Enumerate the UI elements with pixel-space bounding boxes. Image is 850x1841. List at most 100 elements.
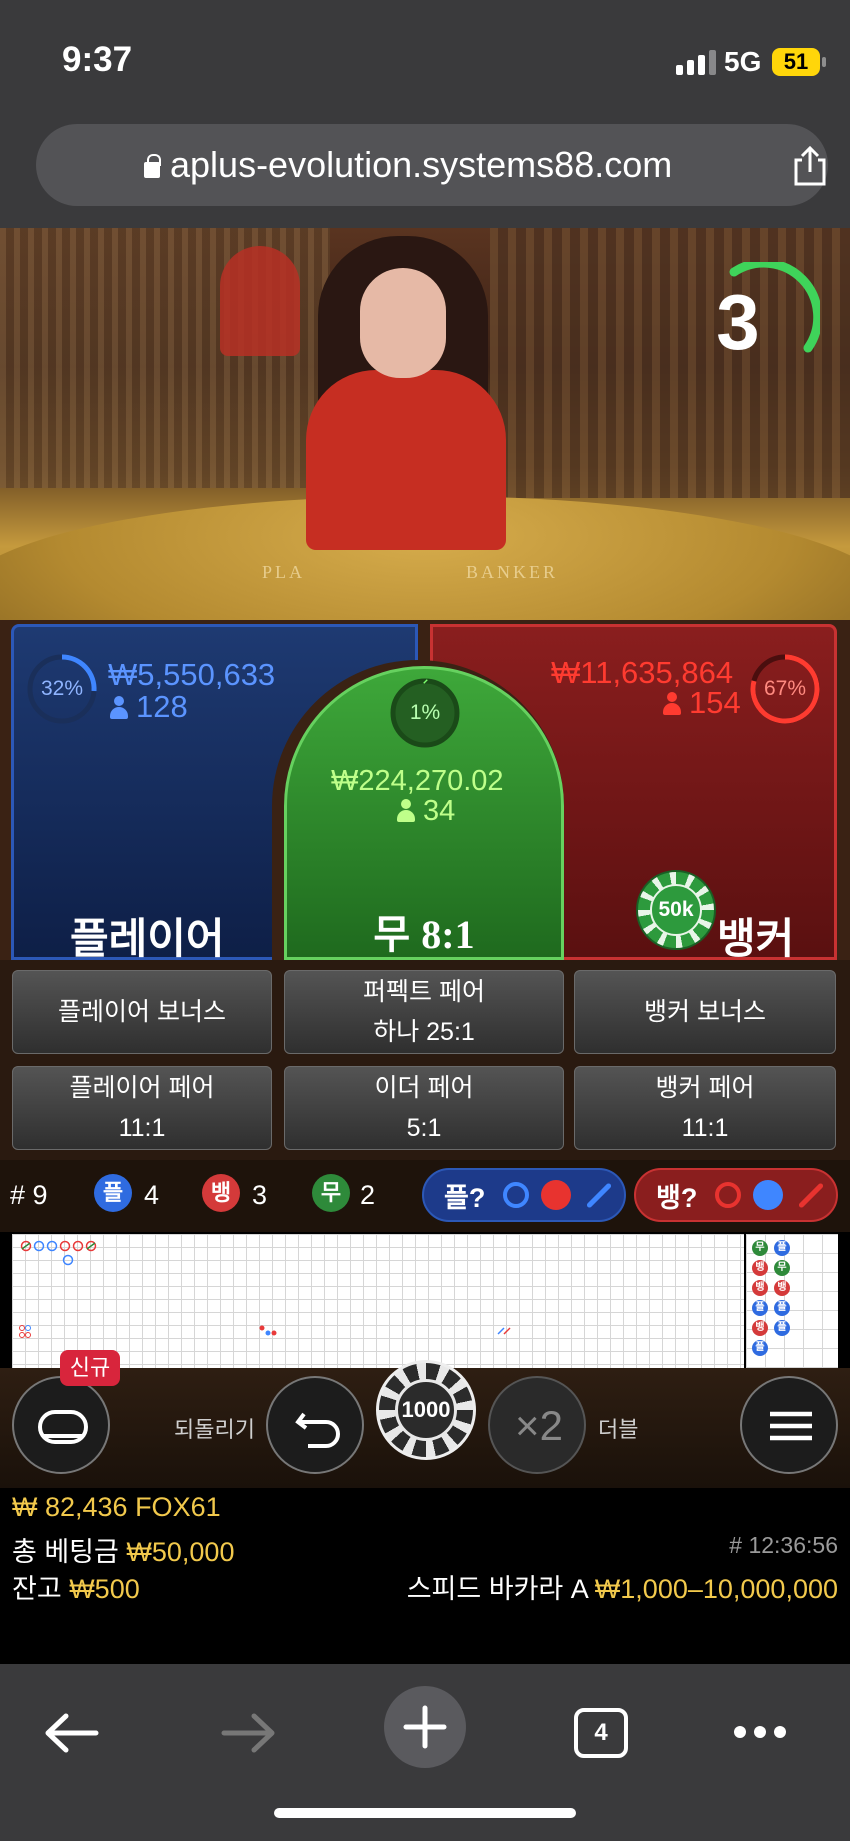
double-label: 더블 (598, 1417, 639, 1442)
double-symbol: ×2 (515, 1402, 563, 1449)
placed-chip: 50k (636, 870, 716, 950)
table-player-label: PLA (262, 562, 306, 582)
banker-predict-button[interactable]: 뱅? (634, 1168, 838, 1222)
remaining: 잔고 ₩500 (12, 1567, 140, 1606)
browser-toolbar: 4 (0, 1664, 850, 1841)
tie-badge: 무 (312, 1174, 350, 1212)
game-id: # 12:36:56 (729, 1532, 838, 1558)
player-wins: 4 (144, 1180, 160, 1210)
table-info: 스피드 바카라 A ₩1,000–10,000,000 (407, 1567, 838, 1606)
remaining-label: 잔고 (12, 1574, 62, 1604)
status-bar: 9:37 5G 51 (0, 0, 850, 120)
player-count-value: 128 (136, 689, 188, 724)
side-road-badge: 무 (752, 1240, 768, 1256)
menu-icon (770, 1411, 812, 1441)
total-bet-label: 총 베팅금 (12, 1537, 119, 1567)
banker-wins: 3 (252, 1180, 268, 1210)
side-road-badge: 뱅 (752, 1320, 768, 1336)
either-pair-label: 이더 페어 (374, 1074, 474, 1102)
perfect-pair-label: 퍼펙트 페어 (363, 978, 485, 1006)
signal-icon (676, 50, 716, 75)
lock-icon (144, 154, 161, 178)
menu-button[interactable] (740, 1376, 838, 1474)
background-dealer (220, 246, 300, 356)
forward-arrow-icon[interactable] (220, 1708, 276, 1758)
banker-pair-label: 뱅커 페어 (655, 1074, 755, 1102)
tie-label: 무 8:1 (284, 902, 564, 960)
either-pair-odds: 5:1 (406, 1114, 442, 1142)
tie-label-text: 무 (373, 913, 411, 957)
red-slash-icon (798, 1181, 825, 1209)
player-pair-button[interactable]: 플레이어 페어 11:1 (12, 1066, 272, 1150)
banker-label: 뱅커 (717, 915, 795, 962)
tie-count-value: 34 (423, 795, 456, 827)
more-icon[interactable] (732, 1724, 788, 1740)
total-bet-value: ₩50,000 (126, 1537, 235, 1567)
url-text: aplus-evolution.systems88.com (170, 144, 673, 185)
player-ring-icon (503, 1182, 530, 1208)
side-road-badge: 플 (752, 1340, 768, 1356)
person-icon (663, 692, 681, 716)
person-icon (110, 696, 128, 720)
status-time: 9:37 (62, 40, 133, 79)
side-road-badge: 플 (752, 1300, 768, 1316)
address-bar[interactable]: aplus-evolution.systems88.com (36, 124, 828, 206)
banker-bonus-label: 뱅커 보너스 (644, 998, 766, 1026)
chip-selector[interactable]: 1000 (376, 1360, 476, 1460)
player-bonus-button[interactable]: 플레이어 보너스 (12, 970, 272, 1054)
table-limits: ₩1,000–10,000,000 (594, 1574, 838, 1604)
perfect-pair-odds: 하나 25:1 (373, 1018, 475, 1046)
url-bar-area: aplus-evolution.systems88.com (0, 120, 850, 228)
banker-ring-icon (715, 1182, 742, 1208)
blue-slash-icon (586, 1181, 613, 1209)
banker-pair-button[interactable]: 뱅커 페어 11:1 (574, 1066, 836, 1150)
banker-bonus-button[interactable]: 뱅커 보너스 (574, 970, 836, 1054)
round-number: # 9 (10, 1180, 48, 1210)
person-icon (397, 799, 415, 823)
banker-count-value: 154 (689, 685, 741, 720)
double-button[interactable]: ×2 (488, 1376, 586, 1474)
player-predict-button[interactable]: 플? (422, 1168, 626, 1222)
share-icon[interactable] (788, 144, 832, 188)
side-road-badge: 플 (774, 1320, 790, 1336)
player-badge: 플 (94, 1174, 132, 1212)
new-tab-button[interactable] (384, 1686, 466, 1768)
plus-icon (403, 1705, 447, 1749)
tabs-button[interactable]: 4 (574, 1708, 628, 1758)
account-info: ₩ 82,436 FOX61 총 베팅금 ₩50,000 잔고 ₩500 # 1… (0, 1488, 850, 1664)
lobby-button[interactable]: 신규 (12, 1350, 120, 1474)
tie-odds: 8:1 (421, 912, 475, 957)
player-predict-label: 플? (444, 1182, 486, 1213)
dealer-face (360, 268, 446, 378)
countdown-number: 3 (716, 278, 760, 366)
banker-badge: 뱅 (202, 1174, 240, 1212)
side-road-badge: 플 (774, 1240, 790, 1256)
tie-amount: ₩224,270.02 (331, 765, 504, 797)
tie-count: 34 (397, 795, 455, 828)
remaining-value: ₩500 (69, 1574, 140, 1604)
side-road-badge: 뱅 (752, 1280, 768, 1296)
total-bet: 총 베팅금 ₩50,000 (12, 1530, 234, 1569)
player-percent: 32% (40, 677, 84, 700)
back-arrow-icon[interactable] (44, 1708, 100, 1758)
undo-label: 되돌리기 (174, 1417, 255, 1442)
home-indicator (274, 1808, 576, 1818)
tie-wins: 2 (360, 1180, 376, 1210)
table-banker-label: BANKER (466, 562, 559, 582)
side-road[interactable]: 무뱅뱅플뱅플플무뱅플플 (746, 1234, 838, 1368)
red-dot-icon (541, 1180, 572, 1210)
player-amount: ₩5,550,633 (108, 657, 276, 692)
banker-predict-label: 뱅? (656, 1182, 698, 1213)
round-stats: # 9 플 4 뱅 3 무 2 플? 뱅? (0, 1160, 850, 1232)
banker-count: 154 (663, 685, 741, 721)
perfect-pair-button[interactable]: 퍼펙트 페어하나 25:1 (284, 970, 564, 1054)
side-road-badge: 무 (774, 1260, 790, 1276)
chip-value: 1000 (395, 1379, 457, 1441)
either-pair-button[interactable]: 이더 페어 5:1 (284, 1066, 564, 1150)
undo-icon (295, 1412, 340, 1448)
bead-road[interactable] (12, 1234, 744, 1368)
banker-pair-odds: 11:1 (681, 1114, 729, 1142)
battery-icon: 51 (772, 48, 826, 76)
road-marks (19, 1240, 511, 1338)
undo-button[interactable] (266, 1376, 364, 1474)
